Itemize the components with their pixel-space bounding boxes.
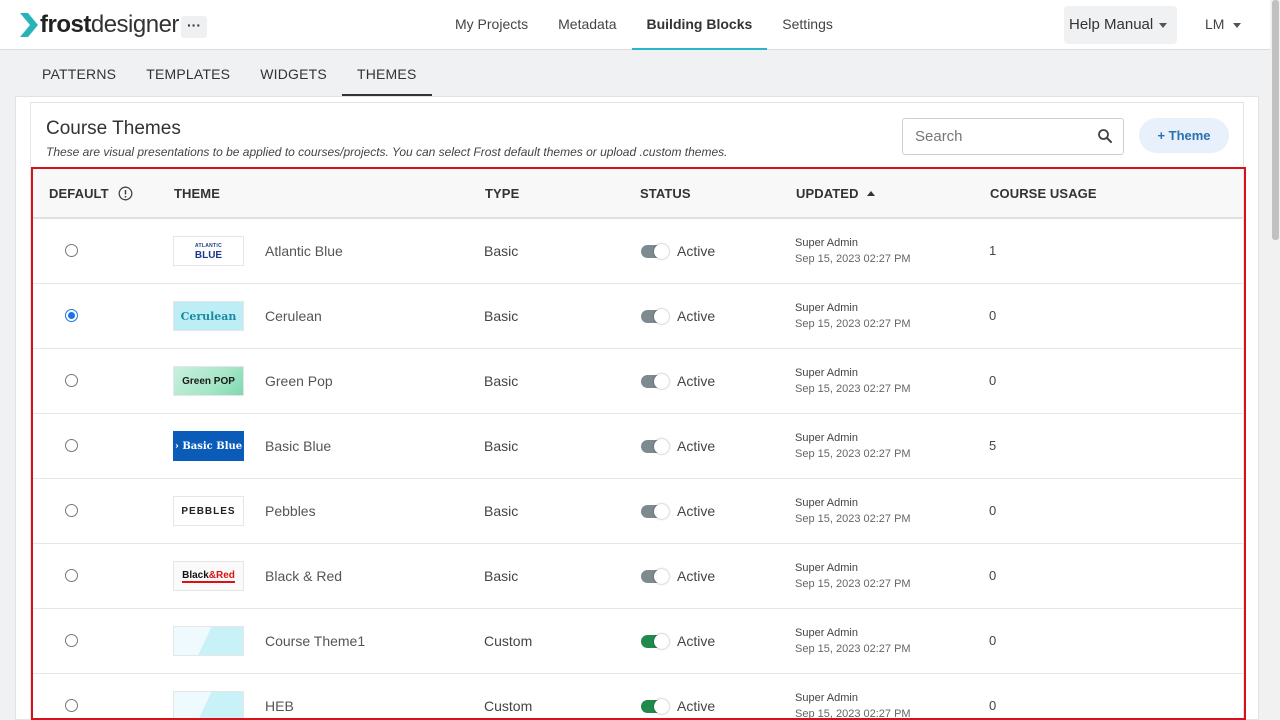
tab-templates[interactable]: TEMPLATES <box>131 50 245 96</box>
scrollbar-thumb[interactable] <box>1272 0 1279 240</box>
caret-down-icon <box>1159 22 1168 28</box>
nav-my-projects[interactable]: My Projects <box>440 0 543 50</box>
more-options-button[interactable]: ··· <box>181 16 207 38</box>
page-scrollbar[interactable] <box>1270 0 1280 720</box>
page-title: Course Themes <box>46 118 181 139</box>
nav-building-blocks[interactable]: Building Blocks <box>631 0 768 50</box>
search-input[interactable] <box>903 119 1083 154</box>
logo-text: frostdesigner <box>40 11 179 38</box>
nav-metadata[interactable]: Metadata <box>543 0 631 50</box>
tab-widgets[interactable]: WIDGETS <box>245 50 342 96</box>
search-box <box>902 118 1124 155</box>
tab-patterns[interactable]: PATTERNS <box>27 50 131 96</box>
tab-themes[interactable]: THEMES <box>341 50 432 96</box>
search-icon[interactable] <box>1097 128 1113 144</box>
logo-chevron-icon <box>20 13 38 37</box>
table-highlight-box <box>31 167 1246 720</box>
help-manual-dropdown[interactable]: Help Manual <box>1064 6 1177 44</box>
user-initials: LM <box>1205 16 1225 32</box>
main-nav: My Projects Metadata Building Blocks Set… <box>440 0 848 50</box>
add-theme-button[interactable]: + Theme <box>1139 118 1229 153</box>
caret-down-icon <box>1233 22 1242 28</box>
help-manual-label: Help Manual <box>1069 16 1154 33</box>
nav-settings[interactable]: Settings <box>767 0 848 50</box>
building-blocks-tabs: PATTERNS TEMPLATES WIDGETS THEMES <box>0 50 1270 97</box>
page-subtitle: These are visual presentations to be app… <box>46 145 728 159</box>
frost-designer-logo[interactable]: frostdesigner <box>20 11 179 39</box>
top-navbar: frostdesigner ··· My Projects Metadata B… <box>0 0 1270 50</box>
user-menu[interactable]: LM <box>1205 16 1242 32</box>
